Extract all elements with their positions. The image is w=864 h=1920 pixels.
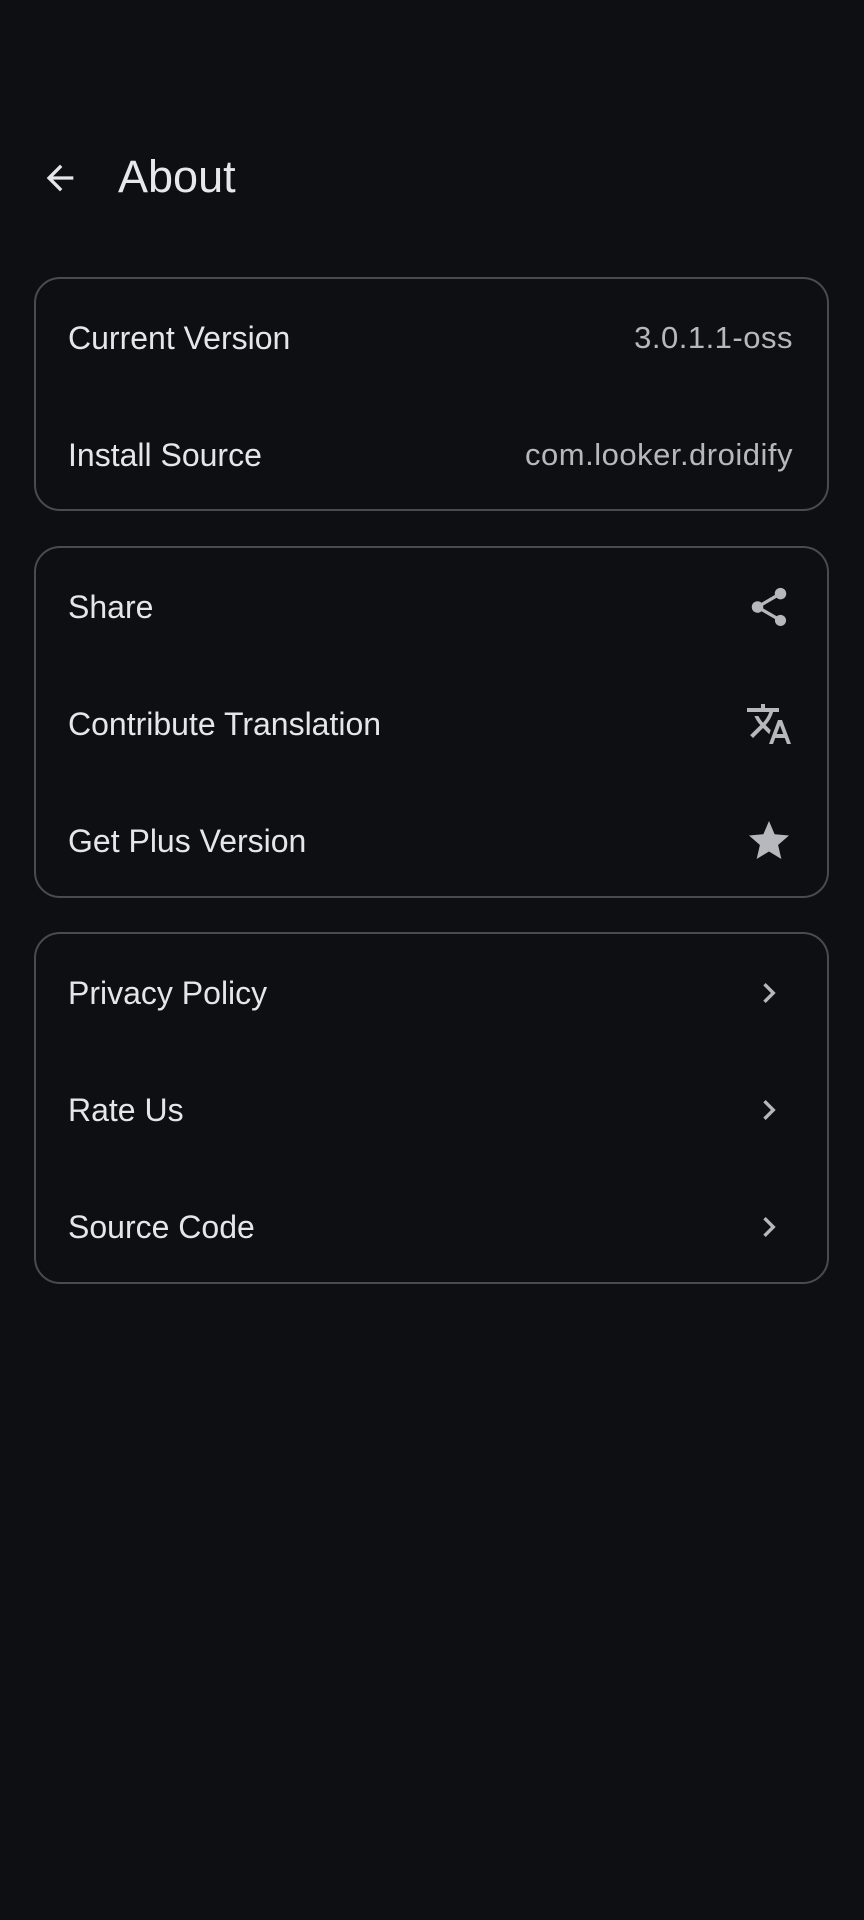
contribute-translation-row[interactable]: Contribute Translation <box>36 665 827 783</box>
privacy-policy-row[interactable]: Privacy Policy <box>36 934 827 1052</box>
arrow-back-icon <box>40 158 80 198</box>
rate-us-row[interactable]: Rate Us <box>36 1051 827 1169</box>
install-source-row[interactable]: Install Source com.looker.droidify <box>36 396 827 514</box>
current-version-row[interactable]: Current Version 3.0.1.1-oss <box>36 279 827 397</box>
chevron-right-icon <box>745 1086 793 1134</box>
actions-card: Share Contribute Translation Get Plus Ve… <box>34 546 829 898</box>
privacy-policy-label: Privacy Policy <box>68 974 268 1011</box>
star-icon <box>745 817 793 865</box>
contribute-translation-label: Contribute Translation <box>68 705 382 742</box>
get-plus-version-row[interactable]: Get Plus Version <box>36 782 827 900</box>
chevron-right-icon <box>745 969 793 1017</box>
share-icon <box>745 583 793 631</box>
share-label: Share <box>68 588 154 625</box>
page-title: About <box>118 151 236 202</box>
rate-us-label: Rate Us <box>68 1091 184 1128</box>
translate-icon <box>745 700 793 748</box>
install-source-label: Install Source <box>68 436 262 473</box>
app-bar: About <box>0 0 864 240</box>
current-version-label: Current Version <box>68 319 291 356</box>
source-code-label: Source Code <box>68 1208 255 1245</box>
source-code-row[interactable]: Source Code <box>36 1168 827 1286</box>
links-card: Privacy Policy Rate Us Source Code <box>34 932 829 1284</box>
current-version-value: 3.0.1.1-oss <box>634 320 793 355</box>
share-row[interactable]: Share <box>36 548 827 666</box>
version-info-card: Current Version 3.0.1.1-oss Install Sour… <box>34 277 829 511</box>
chevron-right-icon <box>745 1203 793 1251</box>
back-button[interactable] <box>28 146 92 210</box>
install-source-value: com.looker.droidify <box>525 437 793 472</box>
get-plus-version-label: Get Plus Version <box>68 822 307 859</box>
